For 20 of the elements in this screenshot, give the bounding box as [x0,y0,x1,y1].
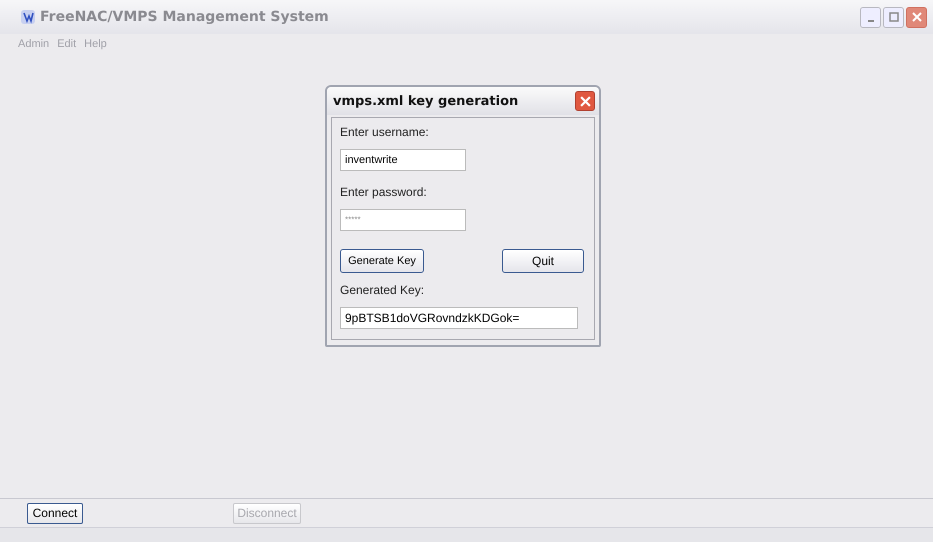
app-icon [20,9,36,25]
dialog-title: vmps.xml key generation [333,94,518,108]
username-field[interactable]: inventwrite [340,148,466,171]
close-icon [912,12,922,22]
generated-key-label: Generated Key: [340,283,426,298]
close-icon [580,96,590,106]
close-button[interactable] [906,6,927,28]
minimize-button[interactable] [860,6,881,28]
connect-button[interactable]: Connect [27,502,83,524]
window-title: FreeNAC/VMPS Management System [40,9,329,25]
quit-button[interactable]: Quit [502,248,584,273]
generate-key-button[interactable]: Generate Key [340,248,424,273]
username-label: Enter username: [340,125,430,139]
minimize-icon [868,20,874,22]
maximize-icon [888,12,898,22]
generated-key-field[interactable]: 9pBTSB1doVGRovndzkKDGok= [340,306,578,329]
password-label: Enter password: [340,185,428,200]
password-field[interactable]: ***** [340,208,466,231]
maximize-button[interactable] [883,6,904,28]
close-button[interactable] [575,91,595,111]
